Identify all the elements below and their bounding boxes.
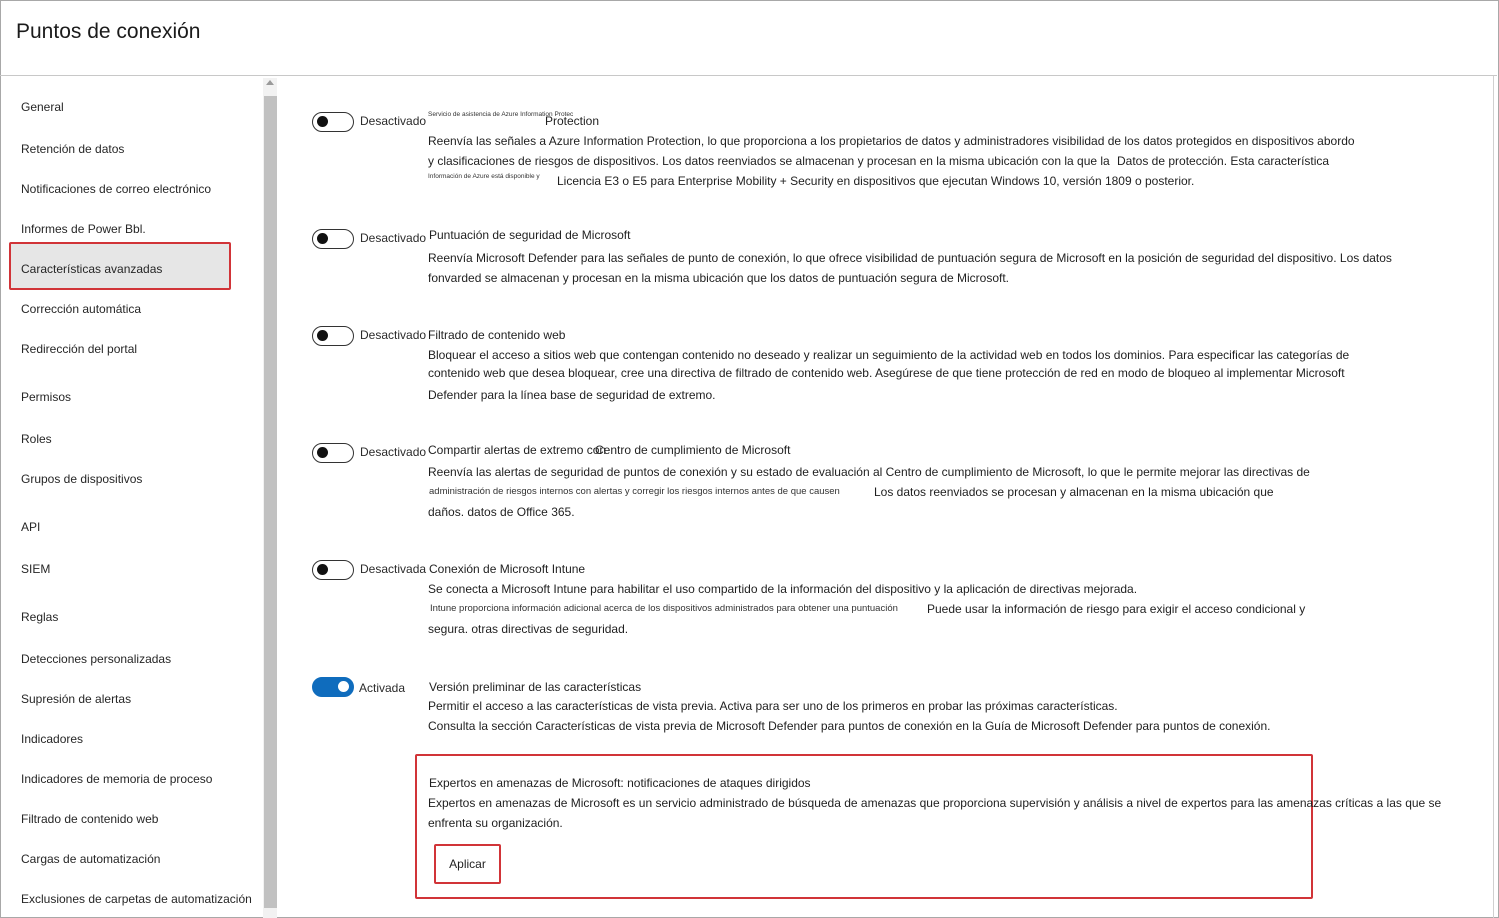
share-alerts-toggle[interactable]	[312, 443, 354, 463]
sidebar-item-detecciones-personalizadas[interactable]: Detecciones personalizadas	[21, 652, 171, 666]
threat-experts-desc-line-1: Expertos en amenazas de Microsoft es un …	[428, 796, 1442, 810]
sidebar-item-general[interactable]: General	[21, 100, 64, 114]
sidebar-item-exclusiones-carpetas[interactable]: Exclusiones de carpetas de automatizació…	[21, 892, 252, 906]
web-filtering-toggle[interactable]	[312, 326, 354, 346]
aip-desc-line-3a: Información de Azure está disponible y	[428, 173, 540, 180]
sidebar-item-cargas-automatizacion[interactable]: Cargas de automatización	[21, 852, 160, 866]
preview-features-desc-line-1: Permitir el acceso a las características…	[428, 699, 1118, 713]
sidebar-item-reglas[interactable]: Reglas	[21, 610, 58, 624]
preview-features-toggle[interactable]	[312, 677, 354, 697]
secure-score-state-label: Desactivado	[360, 231, 427, 245]
intune-desc-line-1: Se conecta a Microsoft Intune para habil…	[428, 582, 1138, 596]
toggle-knob	[317, 116, 328, 127]
intune-toggle[interactable]	[312, 560, 354, 580]
aip-toggle[interactable]	[312, 112, 354, 132]
web-filtering-title: Filtrado de contenido web	[428, 328, 566, 342]
web-filtering-desc-line-1: Bloquear el acceso a sitios web que cont…	[428, 348, 1350, 362]
share-alerts-desc-line-2a: administración de riesgos internos con a…	[429, 486, 840, 497]
content-right-border	[1493, 76, 1494, 918]
sidebar-item-indicadores-memoria[interactable]: Indicadores de memoria de proceso	[21, 772, 212, 786]
intune-desc-line-2a: Intune proporciona información adicional…	[430, 603, 898, 614]
sidebar-item-supresion-alertas[interactable]: Supresión de alertas	[21, 692, 131, 706]
intune-title: Conexión de Microsoft Intune	[429, 562, 586, 576]
aip-state-label: Desactivado	[360, 114, 427, 128]
sidebar-item-grupos-dispositivos[interactable]: Grupos de dispositivos	[21, 472, 142, 486]
intune-state-label: Desactivada	[360, 562, 427, 576]
toggle-knob	[317, 564, 328, 575]
scroll-up-arrow-icon[interactable]	[266, 80, 274, 85]
sidebar-item-informes-power-bi[interactable]: Informes de Power Bbl.	[21, 222, 146, 236]
apply-button[interactable]: Aplicar	[434, 844, 501, 884]
web-filtering-state-label: Desactivado	[360, 328, 427, 342]
sidebar-item-redireccion-portal[interactable]: Redirección del portal	[21, 342, 137, 356]
preview-features-state-label: Activada	[359, 681, 406, 695]
sidebar-item-notificaciones-correo[interactable]: Notificaciones de correo electrónico	[21, 182, 211, 196]
share-alerts-title-suffix: Centro de cumplimiento de Microsoft	[595, 443, 791, 457]
sidebar-nav	[0, 76, 262, 918]
share-alerts-title: Compartir alertas de extremo con	[428, 443, 607, 457]
secure-score-desc-line-1: Reenvía Microsoft Defender para las seña…	[428, 251, 1392, 265]
aip-desc-line-2: y clasificaciones de riesgos de disposit…	[428, 154, 1110, 168]
sidebar-item-correccion-automatica[interactable]: Corrección automática	[21, 302, 141, 316]
threat-experts-desc-line-2: enfrenta su organización.	[428, 816, 563, 830]
secure-score-desc-line-2: fonvarded se almacenan y procesan en la …	[428, 271, 1010, 285]
preview-features-title: Versión preliminar de las característica…	[429, 680, 642, 694]
sidebar-item-siem[interactable]: SIEM	[21, 562, 50, 576]
sidebar-scroll-thumb[interactable]	[264, 96, 277, 908]
web-filtering-desc-line-3: Defender para la línea base de seguridad…	[428, 388, 716, 402]
toggle-knob	[317, 233, 328, 244]
sidebar-item-permisos[interactable]: Permisos	[21, 390, 71, 404]
sidebar-item-api[interactable]: API	[21, 520, 40, 534]
aip-title: Protection	[545, 114, 600, 128]
share-alerts-desc-line-3: daños. datos de Office 365.	[428, 505, 575, 519]
secure-score-toggle[interactable]	[312, 229, 354, 249]
secure-score-title: Puntuación de seguridad de Microsoft	[429, 228, 631, 242]
threat-experts-title: Expertos en amenazas de Microsoft: notif…	[429, 776, 811, 790]
aip-desc-line-1: Reenvía las señales a Azure Information …	[428, 134, 1355, 148]
sidebar-item-roles[interactable]: Roles	[21, 432, 52, 446]
intune-desc-line-3: segura. otras directivas de seguridad.	[428, 622, 629, 636]
page-title: Puntos de conexión	[16, 20, 201, 43]
share-alerts-desc-line-2b: Los datos reenviados se procesan y almac…	[874, 485, 1274, 499]
toggle-knob	[317, 330, 328, 341]
sidebar-item-retencion-datos[interactable]: Retención de datos	[21, 142, 124, 156]
toggle-knob	[338, 681, 349, 692]
sidebar-item-filtrado-contenido-web[interactable]: Filtrado de contenido web	[21, 812, 158, 826]
aip-desc-line-2b: Datos de protección. Esta característica	[1117, 154, 1330, 168]
intune-desc-line-2b: Puede usar la información de riesgo para…	[927, 602, 1306, 616]
share-alerts-desc-line-1: Reenvía las alertas de seguridad de punt…	[428, 465, 1310, 479]
preview-features-desc-line-2: Consulta la sección Características de v…	[428, 719, 1271, 733]
share-alerts-state-label: Desactivado	[360, 445, 427, 459]
aip-desc-line-3b: Licencia E3 o E5 para Enterprise Mobilit…	[557, 174, 1195, 188]
sidebar-item-caracteristicas-avanzadas[interactable]: Características avanzadas	[21, 262, 162, 276]
web-filtering-desc-line-2: contenido web que desea bloquear, cree u…	[428, 366, 1345, 380]
toggle-knob	[317, 447, 328, 458]
sidebar-item-indicadores[interactable]: Indicadores	[21, 732, 83, 746]
